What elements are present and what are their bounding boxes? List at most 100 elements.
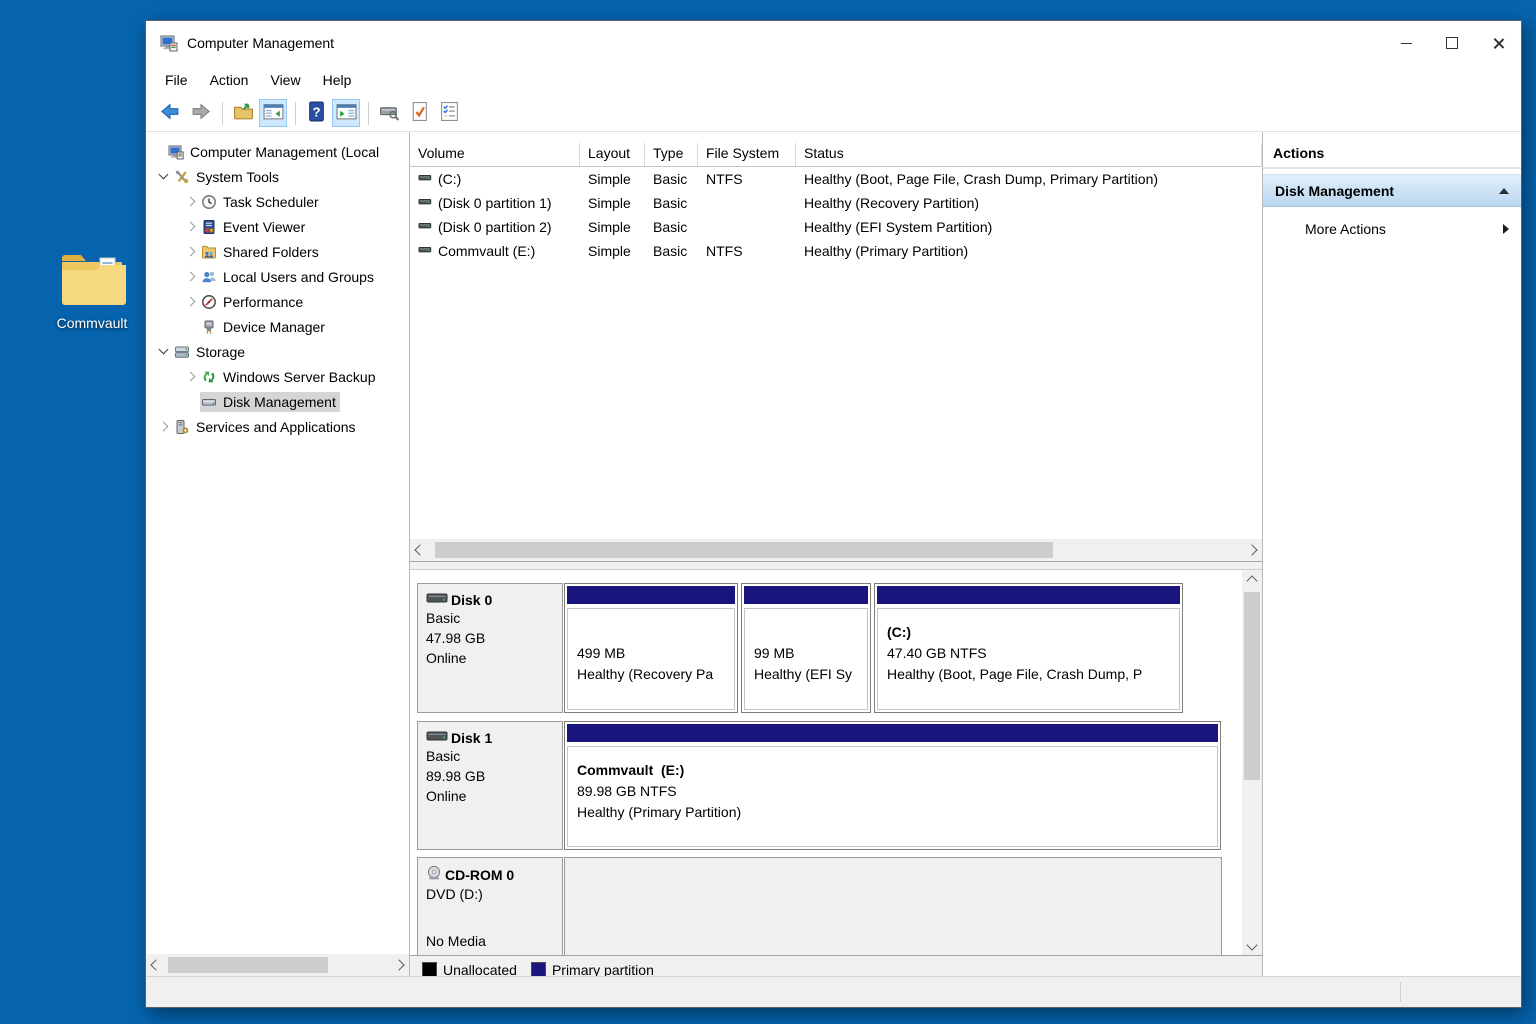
backup-icon [201,369,218,385]
disk-label[interactable]: CD-ROM 0DVD (D:)No Media [417,857,563,955]
column-header-layout[interactable]: Layout [580,143,645,167]
disk-status: No Media [426,931,556,951]
volume-filesystem: NTFS [698,171,796,187]
volume-row[interactable]: (Disk 0 partition 2)SimpleBasicHealthy (… [410,215,1262,239]
show-console-tree-button[interactable] [259,99,287,127]
disk-label[interactable]: Disk 0Basic47.98 GBOnline [417,583,563,713]
chevron-right-icon[interactable] [183,294,200,310]
column-header-status[interactable]: Status [796,143,1262,167]
back-button[interactable] [156,99,184,127]
tree-item-windows-server-backup[interactable]: Windows Server Backup [146,364,409,389]
device-manager-icon [201,319,218,335]
toolbar: ? [146,95,1521,131]
drive-properties-button[interactable] [375,99,403,127]
graphical-view-vertical-scrollbar[interactable] [1242,570,1262,955]
chevron-right-icon[interactable] [156,419,173,435]
partition[interactable]: (C:)47.40 GB NTFSHealthy (Boot, Page Fil… [874,583,1183,713]
column-header-volume[interactable]: Volume [410,143,580,167]
partition-title [577,622,734,643]
show-action-pane-icon [336,101,357,125]
column-header-type[interactable]: Type [645,143,698,167]
pane-splitter[interactable] [410,561,1262,570]
submenu-arrow-icon [1503,224,1509,234]
menu-bar: File Action View Help [146,65,1521,95]
partition[interactable]: 99 MBHealthy (EFI Sy [741,583,871,713]
check-document-button[interactable] [405,99,433,127]
scroll-left-icon[interactable] [410,539,427,561]
computer-management-window: Computer Management File Action View Hel… [145,20,1522,1008]
tree-item-shared-folders[interactable]: Shared Folders [146,239,409,264]
drive-properties-icon [379,101,400,125]
task-list-button[interactable] [435,99,463,127]
maximize-button[interactable] [1429,21,1475,65]
tree-item-local-users-and-groups[interactable]: Local Users and Groups [146,264,409,289]
scroll-down-icon[interactable] [1242,937,1262,955]
collapse-icon[interactable] [1499,188,1509,194]
app-icon [160,34,178,52]
menu-help[interactable]: Help [312,68,363,92]
partition[interactable]: 499 MBHealthy (Recovery Pa [564,583,738,713]
scrollbar-thumb[interactable] [168,957,328,973]
column-header-file-system[interactable]: File System [698,143,796,167]
desktop-icon-commvault[interactable]: Commvault [44,252,140,331]
actions-group-disk-management[interactable]: Disk Management [1263,174,1521,207]
scrollbar-thumb[interactable] [1244,592,1260,780]
tree-item-label: Storage [196,344,245,360]
scroll-right-icon[interactable] [392,954,409,976]
tree-item-task-scheduler[interactable]: Task Scheduler [146,189,409,214]
forward-button[interactable] [186,99,214,127]
volume-row[interactable]: Commvault (E:)SimpleBasicNTFSHealthy (Pr… [410,239,1262,263]
chevron-down-icon[interactable] [156,344,173,360]
tree-item-device-manager[interactable]: Device Manager [146,314,409,339]
export-list-icon [233,101,254,125]
chevron-right-icon[interactable] [183,244,200,260]
partition-status: Healthy (Recovery Pa [577,664,734,685]
partition[interactable]: Commvault (E:)89.98 GB NTFSHealthy (Prim… [564,721,1221,850]
primary-partition-bar [567,724,1218,742]
scrollbar-thumb[interactable] [435,542,1053,558]
export-list-button[interactable] [229,99,257,127]
computer-icon [168,144,185,160]
menu-action[interactable]: Action [199,68,260,92]
actions-panel-title: Actions [1263,141,1521,169]
tree-item-disk-management[interactable]: Disk Management [146,389,409,414]
menu-file[interactable]: File [154,68,199,92]
tree-item-services-and-applications[interactable]: Services and Applications [146,414,409,439]
tree-item-system-tools[interactable]: System Tools [146,164,409,189]
tree-item-performance[interactable]: Performance [146,289,409,314]
tree-item-event-viewer[interactable]: Event Viewer [146,214,409,239]
minimize-icon [1401,43,1412,44]
tree-item-label: Disk Management [223,394,336,410]
volume-layout: Simple [580,219,645,235]
tree-horizontal-scrollbar[interactable] [146,954,409,976]
help-button[interactable]: ? [302,99,330,127]
tree-item-computer-management-local[interactable]: Computer Management (Local [146,139,409,164]
tree-item-label: Computer Management (Local [190,144,379,160]
volume-row[interactable]: (Disk 0 partition 1)SimpleBasicHealthy (… [410,191,1262,215]
scroll-right-icon[interactable] [1245,539,1262,561]
chevron-down-icon[interactable] [156,169,173,185]
minimize-button[interactable] [1383,21,1429,65]
status-bar [146,976,1521,1007]
scroll-up-icon[interactable] [1242,570,1262,588]
volume-row[interactable]: (C:)SimpleBasicNTFSHealthy (Boot, Page F… [410,167,1262,191]
more-actions-item[interactable]: More Actions [1263,213,1521,245]
close-button[interactable] [1475,21,1521,65]
tree-item-label: Task Scheduler [223,194,319,210]
chevron-right-icon[interactable] [183,269,200,285]
volume-filesystem: NTFS [698,243,796,259]
empty-media-area[interactable] [564,857,1222,955]
show-action-pane-button[interactable] [332,99,360,127]
chevron-right-icon[interactable] [183,369,200,385]
chevron-right-icon[interactable] [183,219,200,235]
disk-label[interactable]: Disk 1Basic89.98 GBOnline [417,721,563,850]
tree-item-label: Device Manager [223,319,325,335]
menu-view[interactable]: View [259,68,311,92]
titlebar[interactable]: Computer Management [146,21,1521,65]
scroll-left-icon[interactable] [146,954,163,976]
volume-list-horizontal-scrollbar[interactable] [410,539,1262,561]
volume-icon [418,194,438,212]
tree-item-storage[interactable]: Storage [146,339,409,364]
chevron-right-icon[interactable] [183,194,200,210]
volume-icon [418,242,438,260]
